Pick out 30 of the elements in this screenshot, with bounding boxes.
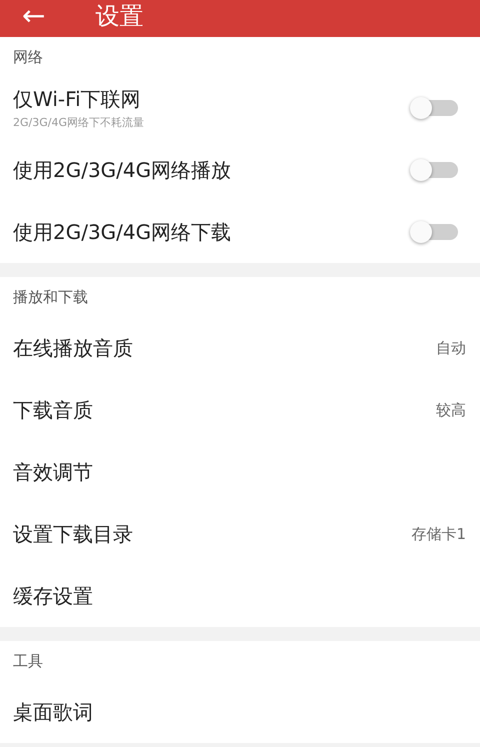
- setting-label: 设置下载目录: [13, 520, 133, 548]
- settings-row[interactable]: 使用2G/3G/4G网络下载: [0, 201, 480, 263]
- settings-row[interactable]: 设置下载目录 存储卡1: [0, 503, 480, 565]
- toggle-switch[interactable]: [410, 97, 458, 119]
- settings-row[interactable]: 音效调节: [0, 441, 480, 503]
- setting-label: 音效调节: [13, 458, 93, 486]
- toggle-switch[interactable]: [410, 221, 458, 243]
- settings-row[interactable]: 在线播放音质 自动: [0, 317, 480, 379]
- setting-label: 仅Wi-Fi下联网: [13, 86, 142, 113]
- setting-label: 在线播放音质: [13, 334, 133, 362]
- setting-label: 使用2G/3G/4G网络下载: [13, 218, 232, 246]
- setting-label: 下载音质: [13, 396, 93, 424]
- setting-label: 使用2G/3G/4G网络播放: [13, 156, 232, 184]
- setting-value: 存储卡1: [411, 524, 466, 544]
- section-title: 工具: [13, 652, 43, 670]
- setting-label: 桌面歌词: [13, 698, 93, 726]
- page-title: 设置: [95, 0, 144, 32]
- setting-subtitle: 2G/3G/4G网络下不耗流量: [13, 115, 144, 130]
- section-title: 播放和下载: [13, 288, 88, 306]
- settings-row[interactable]: 下载音质 较高: [0, 379, 480, 441]
- back-button[interactable]: ←: [22, 0, 46, 32]
- setting-label: 缓存设置: [13, 582, 93, 610]
- setting-value: 较高: [436, 400, 466, 420]
- settings-row[interactable]: 缓存设置: [0, 565, 480, 627]
- settings-row[interactable]: 使用2G/3G/4G网络播放: [0, 139, 480, 201]
- settings-row[interactable]: 仅Wi-Fi下联网 2G/3G/4G网络下不耗流量: [0, 77, 480, 139]
- setting-value: 自动: [436, 338, 466, 358]
- toggle-switch[interactable]: [410, 159, 458, 181]
- settings-row[interactable]: 桌面歌词: [0, 681, 480, 743]
- section-title: 网络: [13, 48, 43, 66]
